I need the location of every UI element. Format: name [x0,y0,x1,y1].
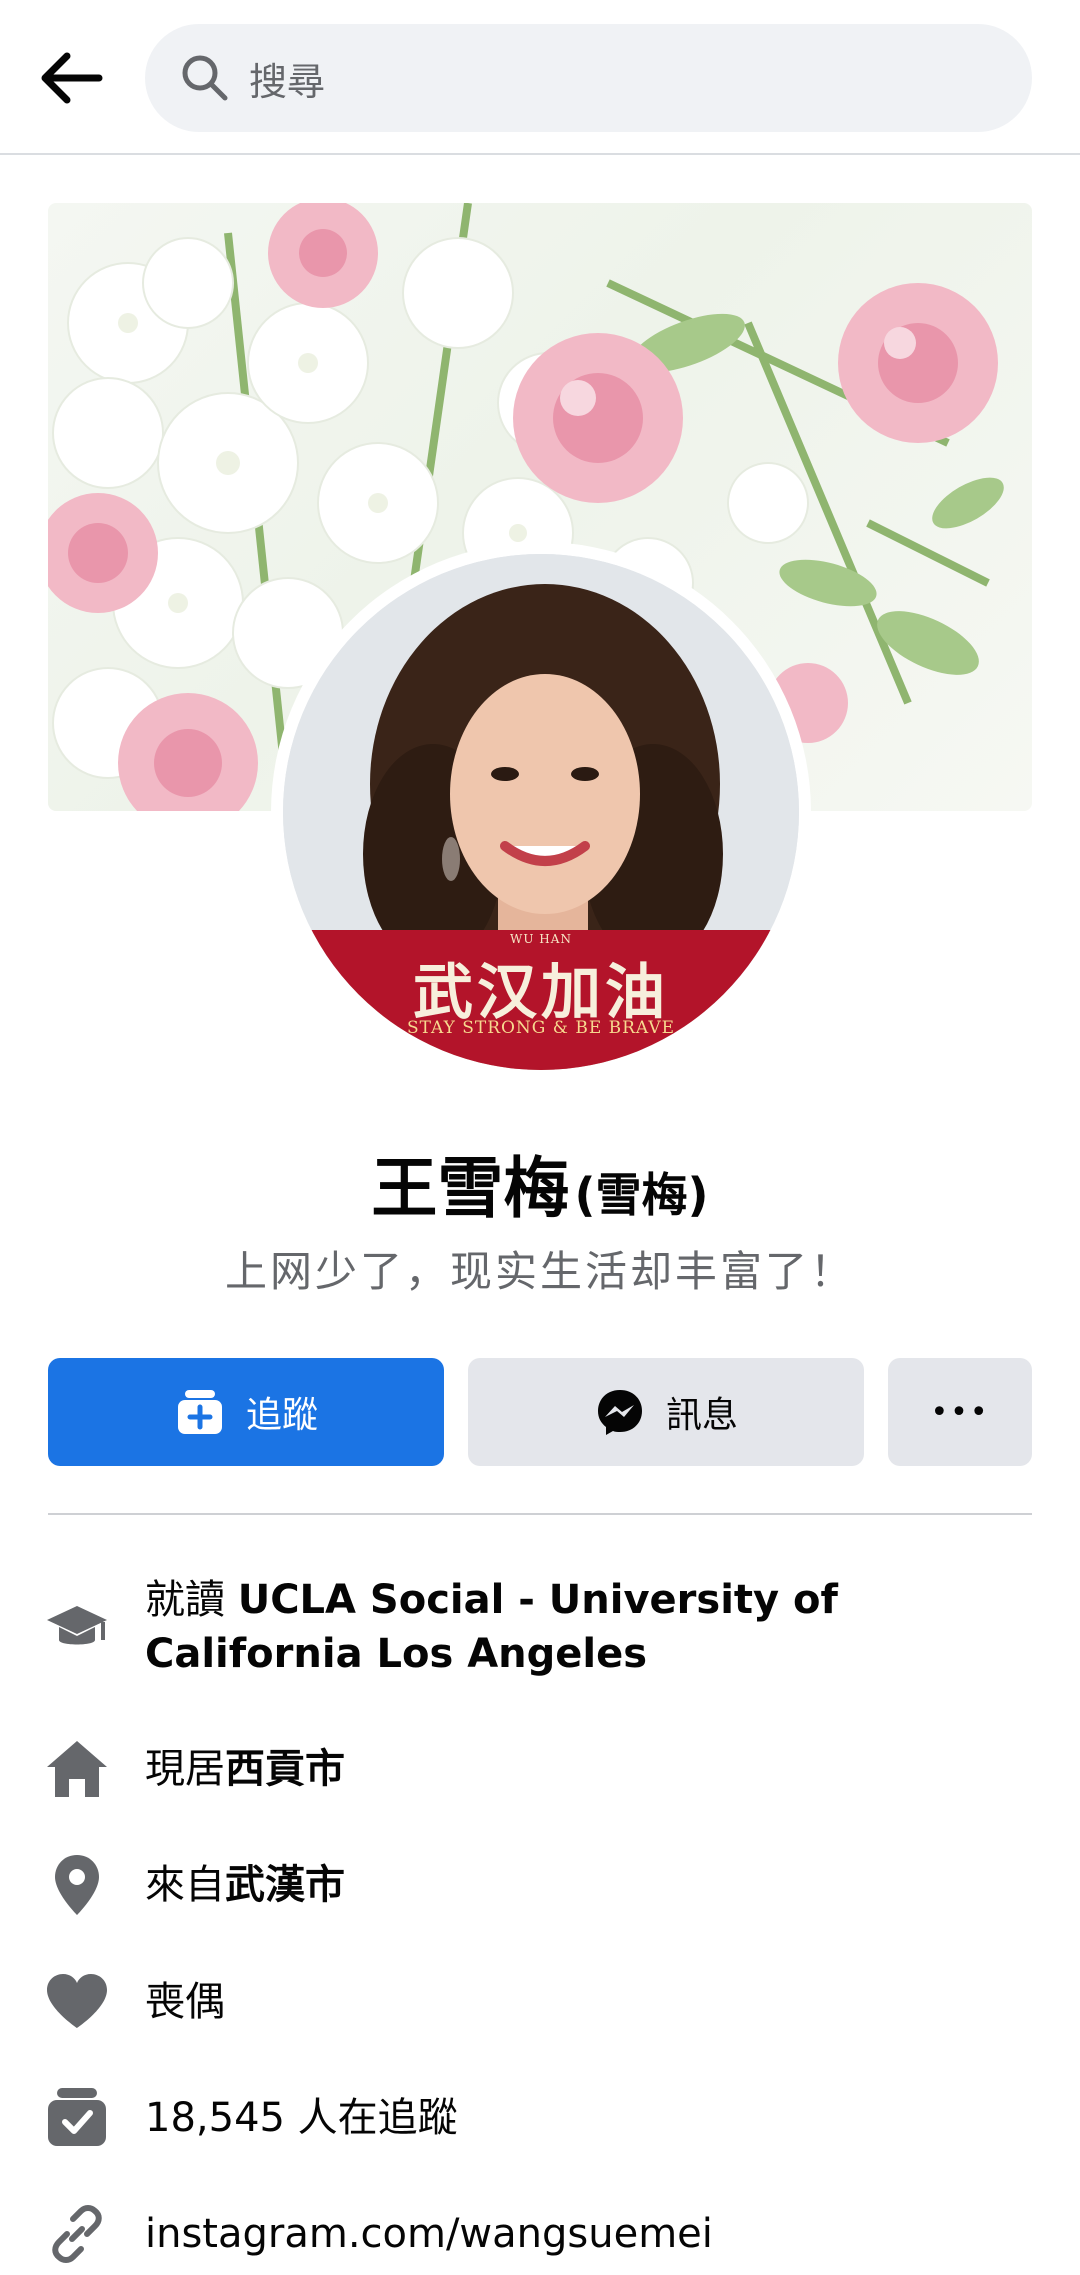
top-bar: 搜尋 [0,0,1080,155]
messenger-icon [594,1386,646,1438]
intro-current-city-prefix: 現居 [145,1746,225,1792]
divider [48,1513,1032,1515]
follow-label: 追蹤 [245,1395,318,1436]
avatar-banner: WU HAN 武汉加油 STAY STRONG & BE BRAVE [283,930,799,1070]
intro-education-prefix: 就讀 [145,1577,225,1623]
profile-name-alt: (雪梅) [574,1168,709,1222]
link-icon [44,2201,110,2267]
message-label: 訊息 [665,1395,738,1436]
profile-name: 王雪梅 (雪梅) [0,1135,1080,1231]
intro-education-text: 就讀 UCLA Social - University of Californi… [145,1573,1025,1681]
profile-bio: 上网少了，现实生活却丰富了！ [224,1247,855,1296]
search-placeholder: 搜尋 [249,59,326,104]
more-options-button[interactable]: ••• [888,1358,1032,1466]
location-pin-icon [44,1852,110,1918]
search-icon [175,48,235,108]
home-icon [44,1736,110,1802]
follow-icon [174,1386,226,1438]
intro-followers-text: 18,545 人在追蹤 [145,2095,458,2141]
heart-icon [44,1969,110,2035]
intro-education-school[interactable]: UCLA Social - University of California L… [145,1577,838,1677]
intro-current-city-text: 現居西貢市 [145,1742,1025,1796]
follow-button[interactable]: 追蹤 [48,1358,444,1466]
followers-icon [44,2085,110,2151]
profile-avatar[interactable]: WU HAN 武汉加油 STAY STRONG & BE BRAVE [271,542,811,1082]
intro-hometown-value[interactable]: 武漢市 [225,1862,345,1908]
banner-sub-text: STAY STRONG & BE BRAVE [406,1018,676,1038]
graduation-cap-icon [44,1593,110,1659]
message-button[interactable]: 訊息 [468,1358,864,1466]
intro-hometown-prefix: 來自 [145,1862,225,1908]
back-button[interactable] [30,40,110,116]
search-input[interactable]: 搜尋 [145,24,1032,132]
intro-current-city-value[interactable]: 西貢市 [225,1746,345,1792]
intro-website-text: instagram.com/wangsuemei [145,2211,713,2257]
avatar: WU HAN 武汉加油 STAY STRONG & BE BRAVE [283,554,799,1070]
intro-relationship-text: 喪偶 [145,1979,225,2025]
more-icon: ••• [930,1394,990,1430]
intro-hometown-text: 來自武漢市 [145,1858,1025,1912]
arrow-left-icon [41,52,103,104]
profile-name-main: 王雪梅 [371,1150,570,1227]
